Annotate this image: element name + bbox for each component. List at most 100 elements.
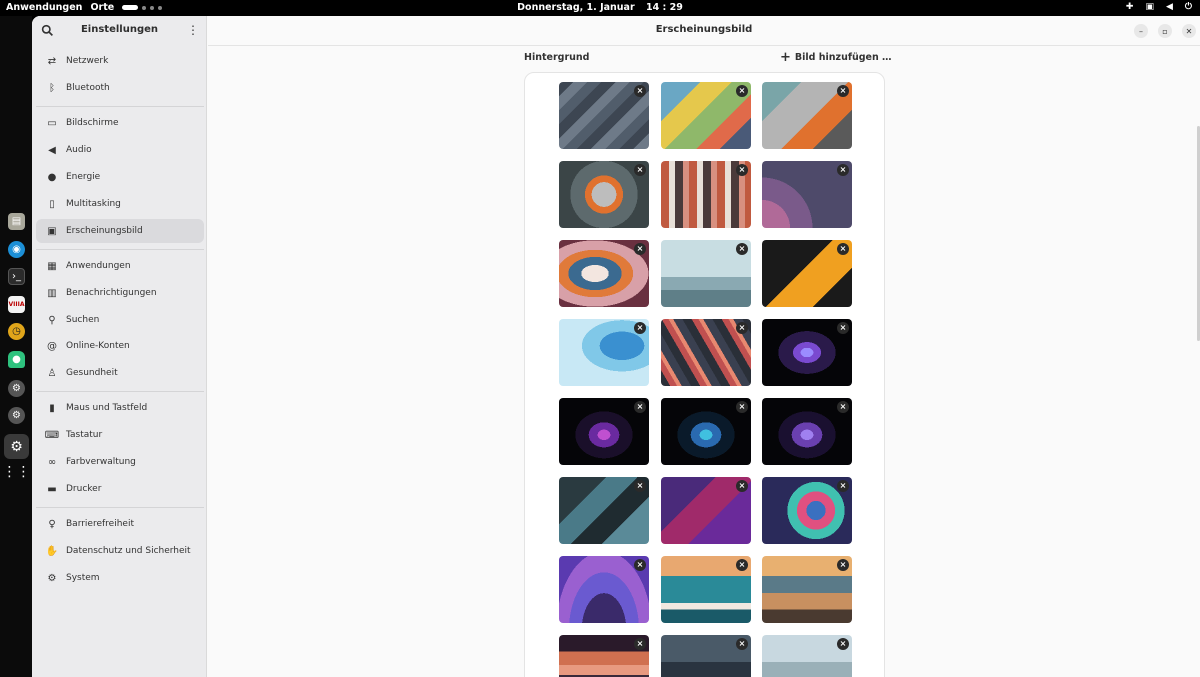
wallpaper-thumbnail[interactable]: × bbox=[762, 556, 852, 623]
section-title-background: Hintergrund bbox=[524, 52, 590, 63]
delete-wallpaper-button[interactable]: × bbox=[837, 401, 849, 413]
sidebar-item-label: Maus und Tastfeld bbox=[66, 403, 148, 413]
sidebar-item-energie[interactable]: ● Energie bbox=[36, 165, 204, 189]
delete-wallpaper-button[interactable]: × bbox=[634, 322, 646, 334]
sidebar-item-farbverwaltung[interactable]: ∞ Farbverwaltung bbox=[36, 450, 204, 474]
wallpaper-thumbnail[interactable]: × bbox=[762, 82, 852, 149]
sidebar-item-system[interactable]: ⚙ System bbox=[36, 566, 204, 590]
window-icon[interactable]: ▣ bbox=[1145, 2, 1154, 12]
delete-wallpaper-button[interactable]: × bbox=[736, 164, 748, 176]
accessibility-icon: ♀ bbox=[48, 518, 56, 530]
active-settings-app-icon[interactable]: ⚙ bbox=[4, 434, 29, 459]
minimize-button[interactable]: – bbox=[1134, 24, 1148, 38]
sidebar-item-erscheinungsbild[interactable]: ▣ Erscheinungsbild bbox=[36, 219, 204, 243]
delete-wallpaper-button[interactable]: × bbox=[837, 638, 849, 650]
delete-wallpaper-button[interactable]: × bbox=[736, 559, 748, 571]
sidebar-item-label: Netzwerk bbox=[66, 56, 109, 66]
wallpaper-thumbnail[interactable]: × bbox=[559, 556, 649, 623]
sidebar-item-audio[interactable]: ◀ Audio bbox=[36, 138, 204, 162]
delete-wallpaper-button[interactable]: × bbox=[736, 401, 748, 413]
sidebar-item-tastatur[interactable]: ⌨ Tastatur bbox=[36, 423, 204, 447]
delete-wallpaper-button[interactable]: × bbox=[634, 243, 646, 255]
wallpaper-thumbnail[interactable]: × bbox=[661, 161, 751, 228]
delete-wallpaper-button[interactable]: × bbox=[736, 322, 748, 334]
clock-app-icon[interactable]: ◷ bbox=[8, 323, 25, 340]
sidebar-item-bildschirme[interactable]: ▭ Bildschirme bbox=[36, 111, 204, 135]
sidebar-item-label: Audio bbox=[66, 145, 92, 155]
sidebar-item-suchen[interactable]: ⚲ Suchen bbox=[36, 308, 204, 332]
delete-wallpaper-button[interactable]: × bbox=[634, 638, 646, 650]
sidebar-item-maus-und-tastfeld[interactable]: ▮ Maus und Tastfeld bbox=[36, 396, 204, 420]
ghost-app-icon[interactable]: ● bbox=[8, 351, 25, 368]
sidebar-item-multitasking[interactable]: ▯ Multitasking bbox=[36, 192, 204, 216]
wallpaper-thumbnail[interactable]: × bbox=[661, 82, 751, 149]
delete-wallpaper-button[interactable]: × bbox=[634, 85, 646, 97]
browser-app-icon[interactable]: ◉ bbox=[8, 241, 25, 258]
close-button[interactable]: ✕ bbox=[1182, 24, 1196, 38]
sidebar-item-bluetooth[interactable]: ᛒ Bluetooth bbox=[36, 76, 204, 100]
sidebar-item-barrierefreiheit[interactable]: ♀ Barrierefreiheit bbox=[36, 512, 204, 536]
volume-icon[interactable]: ◀ bbox=[1166, 2, 1173, 12]
wallpaper-thumbnail[interactable]: × bbox=[762, 319, 852, 386]
sidebar-item-label: Online-Konten bbox=[66, 341, 130, 351]
wallpaper-thumbnail[interactable]: × bbox=[762, 240, 852, 307]
sidebar-item-label: Energie bbox=[66, 172, 101, 182]
add-picture-button[interactable]: + Bild hinzufügen … bbox=[780, 51, 892, 64]
wallpaper-thumbnail[interactable]: × bbox=[559, 240, 649, 307]
files-app-icon[interactable]: ▤ bbox=[8, 213, 25, 230]
delete-wallpaper-button[interactable]: × bbox=[736, 480, 748, 492]
wallpaper-thumbnail[interactable]: × bbox=[559, 398, 649, 465]
wallpaper-thumbnail[interactable]: × bbox=[559, 319, 649, 386]
maximize-button[interactable]: ▫ bbox=[1158, 24, 1172, 38]
delete-wallpaper-button[interactable]: × bbox=[634, 559, 646, 571]
sidebar-item-online-konten[interactable]: @ Online-Konten bbox=[36, 334, 204, 358]
show-apps-grid-icon[interactable]: ⋮⋮ bbox=[3, 463, 31, 480]
delete-wallpaper-button[interactable]: × bbox=[736, 85, 748, 97]
wallpaper-thumbnail[interactable]: × bbox=[559, 477, 649, 544]
clock[interactable]: Donnerstag, 1. Januar 14 : 29 bbox=[0, 2, 1200, 13]
power-menu-icon[interactable]: ⏻ bbox=[1185, 2, 1192, 12]
wallpaper-thumbnail[interactable]: × bbox=[661, 556, 751, 623]
top-bar: Anwendungen Orte Donnerstag, 1. Januar 1… bbox=[0, 0, 1200, 16]
delete-wallpaper-button[interactable]: × bbox=[634, 401, 646, 413]
sidebar-item-label: Bildschirme bbox=[66, 118, 119, 128]
wallpaper-thumbnail[interactable]: × bbox=[559, 161, 649, 228]
delete-wallpaper-button[interactable]: × bbox=[837, 85, 849, 97]
sidebar-item-netzwerk[interactable]: ⇄ Netzwerk bbox=[36, 49, 204, 73]
sidebar-item-anwendungen[interactable]: ▦ Anwendungen bbox=[36, 254, 204, 278]
wallpaper-thumbnail[interactable]: × bbox=[661, 240, 751, 307]
delete-wallpaper-button[interactable]: × bbox=[736, 243, 748, 255]
wallpaper-thumbnail[interactable]: × bbox=[661, 635, 751, 677]
sidebar-item-drucker[interactable]: ▬ Drucker bbox=[36, 477, 204, 501]
delete-wallpaper-button[interactable]: × bbox=[634, 480, 646, 492]
wallpaper-thumbnail[interactable]: × bbox=[661, 319, 751, 386]
terminal-app-icon[interactable]: ›_ bbox=[8, 268, 25, 285]
media-app-icon[interactable]: VIIIA bbox=[8, 296, 25, 313]
kebab-menu-icon[interactable]: ⋮ bbox=[187, 24, 199, 36]
sidebar-item-gesundheit[interactable]: ♙ Gesundheit bbox=[36, 361, 204, 385]
sidebar-item-datenschutz[interactable]: ✋ Datenschutz und Sicherheit bbox=[36, 539, 204, 563]
delete-wallpaper-button[interactable]: × bbox=[634, 164, 646, 176]
delete-wallpaper-button[interactable]: × bbox=[837, 164, 849, 176]
delete-wallpaper-button[interactable]: × bbox=[837, 480, 849, 492]
power-icon: ● bbox=[47, 171, 57, 183]
wallpaper-thumbnail[interactable]: × bbox=[661, 477, 751, 544]
wallpaper-thumbnail[interactable]: × bbox=[762, 635, 852, 677]
delete-wallpaper-button[interactable]: × bbox=[736, 638, 748, 650]
apps-grid-icon: ▦ bbox=[47, 260, 57, 272]
extension-puzzle-icon[interactable]: ✚ bbox=[1126, 2, 1134, 12]
wallpaper-thumbnail[interactable]: × bbox=[661, 398, 751, 465]
delete-wallpaper-button[interactable]: × bbox=[837, 559, 849, 571]
settings-app-icon[interactable]: ⚙ bbox=[8, 380, 25, 397]
wallpaper-thumbnail[interactable]: × bbox=[762, 477, 852, 544]
color-icon: ∞ bbox=[47, 456, 57, 468]
delete-wallpaper-button[interactable]: × bbox=[837, 322, 849, 334]
wallpaper-thumbnail[interactable]: × bbox=[762, 161, 852, 228]
wallpaper-thumbnail[interactable]: × bbox=[559, 635, 649, 677]
delete-wallpaper-button[interactable]: × bbox=[837, 243, 849, 255]
wallpaper-thumbnail[interactable]: × bbox=[559, 82, 649, 149]
wallpaper-thumbnail[interactable]: × bbox=[762, 398, 852, 465]
settings-app-icon-2[interactable]: ⚙ bbox=[8, 407, 25, 424]
sidebar-item-benachrichtigungen[interactable]: ▥ Benachrichtigungen bbox=[36, 281, 204, 305]
sidebar-item-label: Suchen bbox=[66, 315, 100, 325]
